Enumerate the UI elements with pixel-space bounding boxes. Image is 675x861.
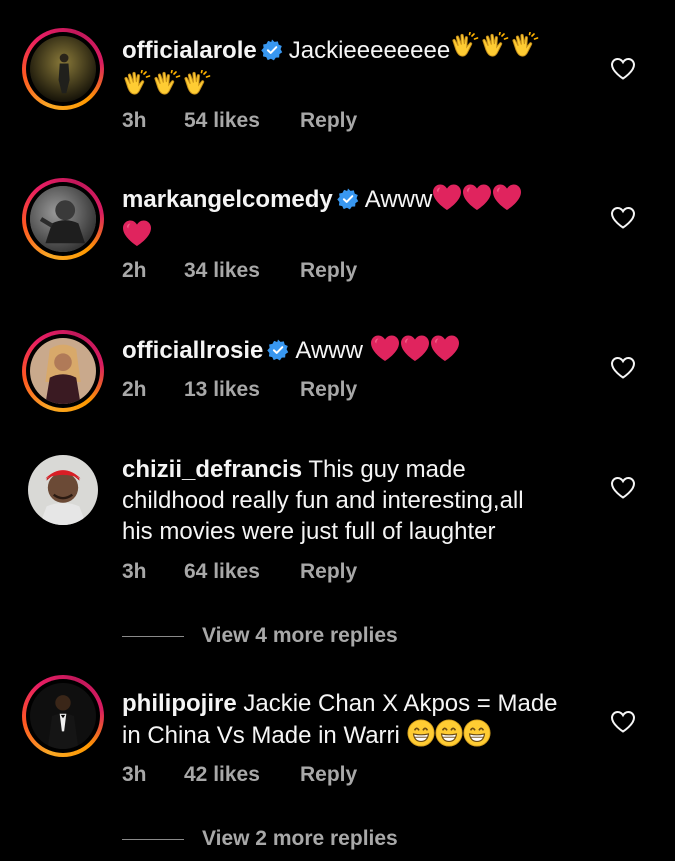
like-heart-icon[interactable] [610, 206, 636, 230]
comment-time: 2h [122, 259, 147, 282]
comment-text-line3: his movies were just full of laughter [122, 518, 496, 545]
divider-line [122, 838, 184, 840]
clap-emoji-icon [510, 32, 540, 70]
avatar-image [30, 36, 96, 102]
likes-count[interactable]: 54 likes [184, 109, 300, 133]
avatar-markangelcomedy[interactable] [30, 186, 96, 252]
comment-time: 3h [122, 560, 147, 583]
clap-emoji-icon [122, 70, 152, 108]
likes-count[interactable]: 34 likes [184, 259, 300, 283]
heart-emoji-icon [430, 334, 460, 370]
reply-button[interactable]: Reply [300, 560, 357, 584]
view-more-label: View 2 more replies [202, 827, 398, 850]
comment-time: 2h [122, 378, 147, 401]
heart-emoji-icon [492, 183, 522, 219]
comment-meta: 3h 42 likes Reply [122, 763, 357, 787]
grin-emoji-icon [435, 719, 463, 755]
avatar-officiallrosie[interactable] [30, 338, 96, 404]
likes-count[interactable]: 13 likes [184, 378, 300, 402]
avatar-image [28, 455, 98, 525]
avatar-chizii-defrancis[interactable] [28, 455, 98, 525]
comment-text-line2: childhood really fun and interesting,all [122, 487, 524, 514]
grin-emoji-icon [407, 719, 435, 755]
comment-text: Awww [364, 186, 433, 213]
username[interactable]: officiallrosie [122, 337, 263, 364]
username[interactable]: officialarole [122, 37, 257, 64]
heart-emoji-icon [400, 334, 430, 370]
view-more-label: View 4 more replies [202, 624, 398, 647]
clap-emoji-icon [182, 70, 212, 108]
verified-badge-icon [267, 339, 289, 361]
reply-button[interactable]: Reply [300, 378, 357, 402]
avatar-container[interactable] [22, 449, 104, 531]
comment-text-line1: This guy made [308, 456, 466, 483]
avatar-officialarole[interactable] [30, 36, 96, 102]
verified-badge-icon [337, 188, 359, 210]
divider-line [122, 635, 184, 637]
username[interactable]: philipojire [122, 690, 237, 717]
comment-body: officialarole Jackieeeeeeee [122, 32, 592, 108]
avatar-image [30, 338, 96, 404]
clap-emoji-icon [480, 32, 510, 70]
avatar-philipojire[interactable] [30, 683, 96, 749]
comment-body: officiallrosie Awww [122, 334, 592, 370]
heart-emoji-icon [370, 334, 400, 370]
likes-count[interactable]: 64 likes [184, 560, 300, 584]
like-heart-icon[interactable] [610, 710, 636, 734]
likes-count[interactable]: 42 likes [184, 763, 300, 787]
comment-time: 3h [122, 109, 147, 132]
like-heart-icon[interactable] [610, 356, 636, 380]
heart-emoji-icon [432, 183, 462, 219]
comment-meta: 2h 13 likes Reply [122, 378, 357, 402]
heart-emoji-icon [122, 219, 152, 255]
comment-meta: 3h 64 likes Reply [122, 560, 357, 584]
avatar-image [30, 683, 96, 749]
username[interactable]: chizii_defrancis [122, 456, 302, 483]
reply-button[interactable]: Reply [300, 109, 357, 133]
avatar-story-ring[interactable] [22, 178, 104, 260]
comment-time: 3h [122, 763, 147, 786]
comment-body: philipojire Jackie Chan X Akpos = Made i… [122, 688, 592, 755]
comment-meta: 2h 34 likes Reply [122, 259, 357, 283]
like-heart-icon[interactable] [610, 476, 636, 500]
avatar-story-ring[interactable] [22, 28, 104, 110]
reply-button[interactable]: Reply [300, 763, 357, 787]
avatar-story-ring[interactable] [22, 675, 104, 757]
comment-text-line2: in China Vs Made in Warri [122, 722, 400, 749]
avatar-story-ring[interactable] [22, 330, 104, 412]
view-more-replies-button[interactable]: View 2 more replies [122, 827, 398, 851]
clap-emoji-icon [152, 70, 182, 108]
comment-meta: 3h 54 likes Reply [122, 109, 357, 133]
avatar-image [30, 186, 96, 252]
heart-emoji-icon [462, 183, 492, 219]
clap-emoji-icon [450, 32, 480, 70]
comment-text: Awww [295, 337, 363, 364]
reply-button[interactable]: Reply [300, 259, 357, 283]
username[interactable]: markangelcomedy [122, 186, 333, 213]
comment-body: markangelcomedy Awww [122, 183, 592, 255]
verified-badge-icon [261, 39, 283, 61]
comment-body: chizii_defrancis This guy made childhood… [122, 454, 592, 547]
view-more-replies-button[interactable]: View 4 more replies [122, 624, 398, 648]
grin-emoji-icon [463, 719, 491, 755]
comment-text: Jackieeeeeeee [288, 37, 451, 64]
comment-text-line1: Jackie Chan X Akpos = Made [243, 690, 558, 717]
like-heart-icon[interactable] [610, 57, 636, 81]
